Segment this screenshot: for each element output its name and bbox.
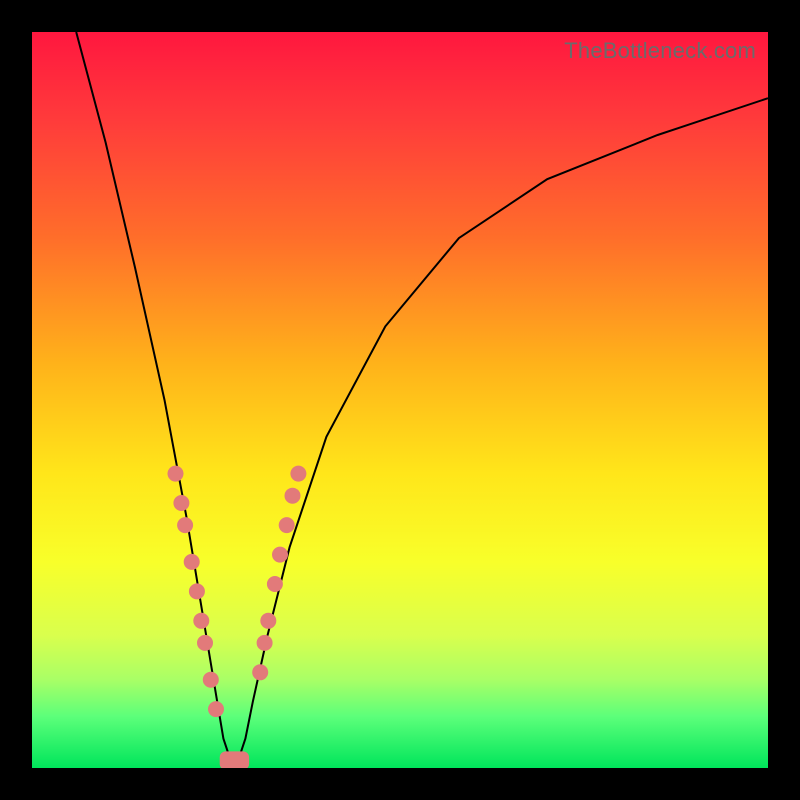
data-marker — [272, 547, 288, 563]
data-marker — [208, 701, 224, 717]
data-marker — [267, 576, 283, 592]
chart-overlay — [32, 32, 768, 768]
data-marker — [184, 554, 200, 570]
bottleneck-curve — [76, 32, 768, 761]
data-marker — [197, 635, 213, 651]
chart-frame: TheBottleneck.com — [0, 0, 800, 800]
plot-area: TheBottleneck.com — [32, 32, 768, 768]
data-marker — [189, 583, 205, 599]
data-marker — [177, 517, 193, 533]
data-marker — [193, 613, 209, 629]
data-marker — [260, 613, 276, 629]
data-marker — [173, 495, 189, 511]
data-marker — [285, 488, 301, 504]
marker-bottom-bar — [220, 751, 249, 768]
data-marker — [290, 466, 306, 482]
data-marker — [203, 672, 219, 688]
markers-left-cluster — [168, 466, 225, 717]
data-marker — [168, 466, 184, 482]
data-marker — [252, 664, 268, 680]
data-marker — [257, 635, 273, 651]
markers-right-cluster — [252, 466, 306, 681]
data-marker — [279, 517, 295, 533]
